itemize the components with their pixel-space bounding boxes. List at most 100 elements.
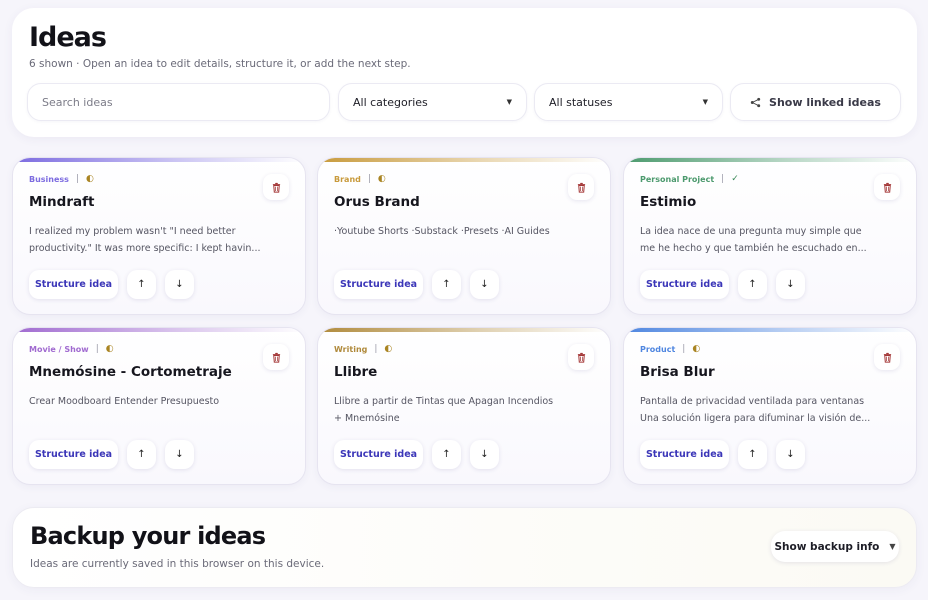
delete-idea-button[interactable] — [568, 174, 594, 200]
idea-meta: Personal Project | ✓ — [640, 174, 739, 184]
idea-card[interactable]: Personal Project | ✓ Estimio La idea nac… — [623, 157, 917, 315]
move-down-button[interactable]: ↓ — [470, 270, 499, 299]
search-box[interactable] — [27, 83, 330, 121]
category-label: Product — [640, 344, 676, 354]
show-linked-ideas-button[interactable]: Show linked ideas — [730, 83, 901, 121]
category-accent-bar — [13, 328, 305, 332]
caret-down-icon: ▼ — [889, 542, 896, 551]
description-line: La idea nace de una pregunta muy simple … — [640, 226, 862, 237]
page-title: Ideas — [29, 22, 107, 53]
description-line: ·Youtube Shorts ·Substack ·Presets ·AI G… — [334, 226, 550, 237]
idea-description: ·Youtube Shorts ·Substack ·Presets ·AI G… — [334, 223, 596, 240]
move-up-button[interactable]: ↑ — [738, 270, 767, 299]
description-line: me he hecho y que también he escuchado e… — [640, 243, 867, 254]
move-down-button[interactable]: ↓ — [776, 270, 805, 299]
delete-idea-button[interactable] — [263, 344, 289, 370]
move-up-button[interactable]: ↑ — [127, 440, 156, 469]
category-label: Writing — [334, 344, 368, 354]
backup-title: Backup your ideas — [30, 522, 266, 550]
idea-meta: Writing | ◐ — [334, 344, 392, 354]
category-label: Business — [29, 174, 69, 184]
structure-idea-button[interactable]: Structure idea — [29, 440, 118, 469]
description-line: Una solución ligera para difuminar la vi… — [640, 413, 871, 424]
idea-card[interactable]: Writing | ◐ Llibre Llibre a partir de Ti… — [317, 327, 611, 485]
description-line: productivity." It was more specific: I k… — [29, 243, 261, 254]
structure-idea-button[interactable]: Structure idea — [334, 440, 423, 469]
category-select-value: All categories — [353, 95, 428, 109]
category-accent-bar — [624, 328, 916, 332]
move-up-button[interactable]: ↑ — [127, 270, 156, 299]
idea-card[interactable]: Movie / Show | ◐ Mnemósine - Cortometraj… — [12, 327, 306, 485]
status-select[interactable]: All statuses ▼ — [534, 83, 723, 121]
structure-idea-button[interactable]: Structure idea — [29, 270, 118, 299]
description-line: Llibre a partir de Tintas que Apagan Inc… — [334, 396, 554, 407]
delete-idea-button[interactable] — [874, 344, 900, 370]
description-line: I realized my problem wasn't "I need bet… — [29, 226, 236, 237]
backup-subtitle: Ideas are currently saved in this browse… — [30, 558, 325, 570]
category-accent-bar — [624, 158, 916, 162]
idea-meta: Business | ◐ — [29, 174, 94, 184]
move-up-button[interactable]: ↑ — [432, 270, 461, 299]
structure-idea-button[interactable]: Structure idea — [640, 270, 729, 299]
category-accent-bar — [318, 328, 610, 332]
idea-title: Brisa Blur — [640, 364, 715, 380]
idea-card[interactable]: Brand | ◐ Orus Brand ·Youtube Shorts ·Su… — [317, 157, 611, 315]
page-subtitle: 6 shown · Open an idea to edit details, … — [29, 58, 411, 70]
idea-title: Estimio — [640, 194, 697, 210]
trash-icon — [883, 182, 891, 193]
category-accent-bar — [13, 158, 305, 162]
move-down-button[interactable]: ↓ — [470, 440, 499, 469]
trash-icon — [883, 352, 891, 363]
idea-meta: Brand | ◐ — [334, 174, 386, 184]
caret-down-icon: ▼ — [506, 98, 512, 106]
category-label: Brand — [334, 174, 361, 184]
meta-separator: | — [721, 174, 725, 184]
idea-title: Orus Brand — [334, 194, 420, 210]
description-line: Crear Moodboard Entender Presupuesto — [29, 396, 220, 407]
status-icon: ◐ — [384, 344, 393, 354]
meta-separator: | — [682, 344, 686, 354]
delete-idea-button[interactable] — [263, 174, 289, 200]
trash-icon — [272, 182, 280, 193]
structure-idea-button[interactable]: Structure idea — [334, 270, 423, 299]
status-icon: ◐ — [105, 344, 114, 354]
move-down-button[interactable]: ↓ — [776, 440, 805, 469]
ideas-header-panel: Ideas 6 shown · Open an idea to edit det… — [12, 8, 917, 137]
delete-idea-button[interactable] — [568, 344, 594, 370]
caret-down-icon: ▼ — [702, 98, 708, 106]
status-icon: ◐ — [377, 174, 386, 184]
trash-icon — [272, 352, 280, 363]
share-icon — [750, 97, 761, 107]
category-label: Movie / Show — [29, 344, 89, 354]
idea-card[interactable]: Product | ◐ Brisa Blur Pantalla de priva… — [623, 327, 917, 485]
idea-title: Mindraft — [29, 194, 95, 210]
move-up-button[interactable]: ↑ — [432, 440, 461, 469]
status-icon: ◐ — [86, 174, 94, 184]
delete-idea-button[interactable] — [874, 174, 900, 200]
status-select-value: All statuses — [549, 95, 613, 109]
idea-description: La idea nace de una pregunta muy simple … — [640, 223, 902, 257]
meta-separator: | — [367, 174, 371, 184]
move-up-button[interactable]: ↑ — [738, 440, 767, 469]
idea-description: Llibre a partir de Tintas que Apagan Inc… — [334, 393, 596, 427]
show-backup-info-label: Show backup info — [774, 540, 880, 553]
category-accent-bar — [318, 158, 610, 162]
structure-idea-button[interactable]: Structure idea — [640, 440, 729, 469]
idea-description: Crear Moodboard Entender Presupuesto — [29, 393, 291, 410]
idea-meta: Movie / Show | ◐ — [29, 344, 114, 354]
show-backup-info-button[interactable]: Show backup info ▼ — [771, 531, 899, 562]
idea-title: Llibre — [334, 364, 378, 380]
trash-icon — [577, 352, 585, 363]
move-down-button[interactable]: ↓ — [165, 440, 194, 469]
move-down-button[interactable]: ↓ — [165, 270, 194, 299]
meta-separator: | — [75, 174, 79, 184]
category-select[interactable]: All categories ▼ — [338, 83, 527, 121]
status-icon: ✓ — [731, 174, 739, 184]
backup-panel: Backup your ideas Ideas are currently sa… — [12, 507, 917, 588]
idea-description: Pantalla de privacidad ventilada para ve… — [640, 393, 902, 427]
meta-separator: | — [374, 344, 378, 354]
status-icon: ◐ — [692, 344, 701, 354]
idea-card[interactable]: Business | ◐ Mindraft I realized my prob… — [12, 157, 306, 315]
idea-meta: Product | ◐ — [640, 344, 700, 354]
search-input[interactable] — [42, 95, 329, 109]
